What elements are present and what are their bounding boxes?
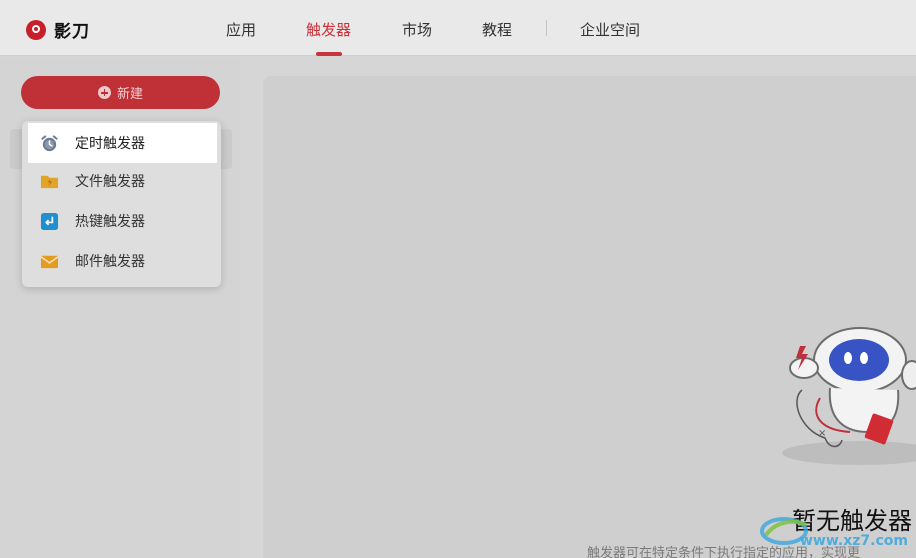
app-logo[interactable]: 影刀 (26, 17, 90, 42)
folder-bolt-icon (40, 175, 59, 188)
active-tab-indicator (316, 52, 342, 56)
app-title: 影刀 (54, 22, 90, 42)
new-button-label: 新建 (116, 87, 143, 102)
svg-text:×: × (818, 428, 826, 439)
menu-item-mail-trigger[interactable]: 邮件触发器 (22, 241, 221, 281)
alarm-clock-icon (41, 134, 58, 151)
new-trigger-dropdown: 定时触发器 文件触发器 热键触发器 邮件触发器 (22, 121, 221, 287)
hotkey-icon (40, 212, 59, 230)
menu-item-label: 热键触发器 (75, 214, 145, 230)
menu-item-label: 邮件触发器 (75, 254, 145, 270)
menu-item-hotkey-trigger[interactable]: 热键触发器 (22, 201, 221, 241)
menu-item-file-trigger[interactable]: 文件触发器 (22, 161, 221, 201)
mail-icon (40, 255, 59, 268)
robot-illustration: × (782, 327, 916, 465)
nav-tab-triggers[interactable]: 触发器 (306, 19, 351, 40)
plus-circle-icon (97, 86, 111, 99)
nav-tab-enterprise-space[interactable]: 企业空间 (580, 19, 640, 40)
top-bar: 影刀 应用 触发器 市场 教程 企业空间 (0, 0, 916, 56)
menu-item-label: 定时触发器 (75, 136, 145, 152)
brand-icon (26, 19, 46, 40)
watermark-logo (760, 517, 808, 545)
menu-item-label: 文件触发器 (75, 174, 145, 190)
watermark-text: www.xz7.com (800, 533, 908, 549)
main-content-panel (263, 76, 916, 558)
nav-tab-tutorials[interactable]: 教程 (482, 19, 512, 40)
nav-tab-market[interactable]: 市场 (402, 19, 432, 40)
nav-divider (546, 20, 547, 36)
menu-item-timed-trigger[interactable]: 定时触发器 (28, 123, 217, 163)
nav-tab-apps[interactable]: 应用 (226, 19, 256, 40)
new-button[interactable]: 新建 (21, 76, 220, 109)
